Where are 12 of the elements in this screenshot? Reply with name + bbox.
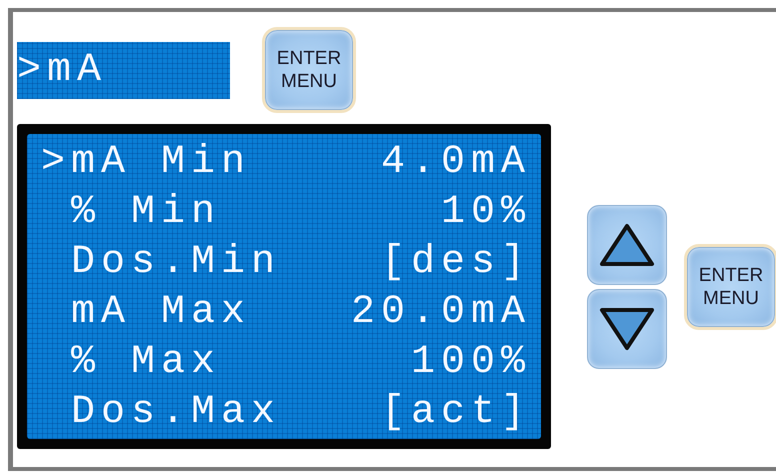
menu-value: [des] xyxy=(380,239,531,287)
down-triangle-icon xyxy=(599,306,655,350)
down-arrow-button[interactable] xyxy=(587,288,667,368)
enter-menu-button[interactable]: ENTER MENU xyxy=(265,30,353,110)
up-arrow-button[interactable] xyxy=(587,204,667,284)
mode-display: >mA xyxy=(17,42,230,98)
menu-value: 100% xyxy=(410,339,531,387)
menu-value: 4.0mA xyxy=(380,139,531,187)
up-triangle-icon xyxy=(599,222,655,266)
menu-value: [act] xyxy=(380,389,531,437)
menu-value: 20.0mA xyxy=(350,289,531,337)
menu-value: 10% xyxy=(440,189,531,237)
